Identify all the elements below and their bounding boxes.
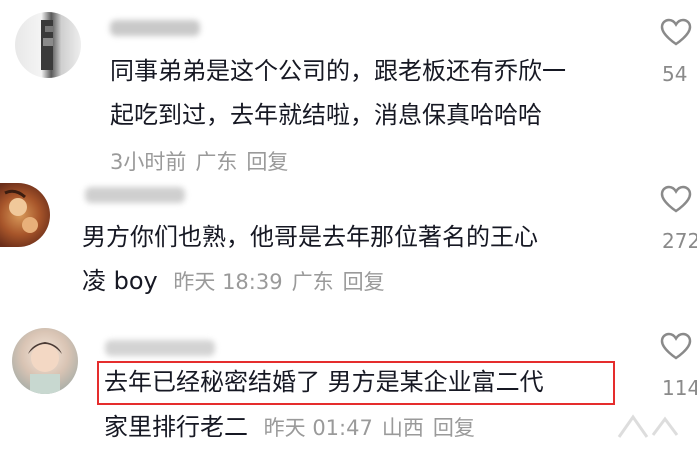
comment-time: 昨天 01:47 [263, 416, 373, 440]
watermark [613, 407, 693, 447]
reply-button[interactable]: 回复 [433, 416, 475, 440]
like-count: 114 [662, 376, 697, 400]
heart-outline-icon [660, 332, 692, 360]
avatar-image [28, 342, 62, 394]
highlight-box [97, 361, 615, 405]
username[interactable] [105, 340, 215, 356]
comment-location: 山西 [381, 416, 424, 440]
watermark-logo [617, 414, 679, 438]
comment-item: 去年已经秘密结婚了 男方是某企业富二代 家里排行老二 昨天 01:47 山西 回复 … [0, 0, 697, 449]
comment-meta: 昨天 01:47 山西 回复 [264, 416, 484, 440]
comment-text-line: 家里排行老二 [104, 413, 248, 441]
avatar[interactable] [12, 328, 78, 394]
like-button[interactable]: 114 [660, 332, 697, 400]
comment-text-line-with-meta: 家里排行老二 昨天 01:47 山西 回复 [104, 408, 484, 448]
